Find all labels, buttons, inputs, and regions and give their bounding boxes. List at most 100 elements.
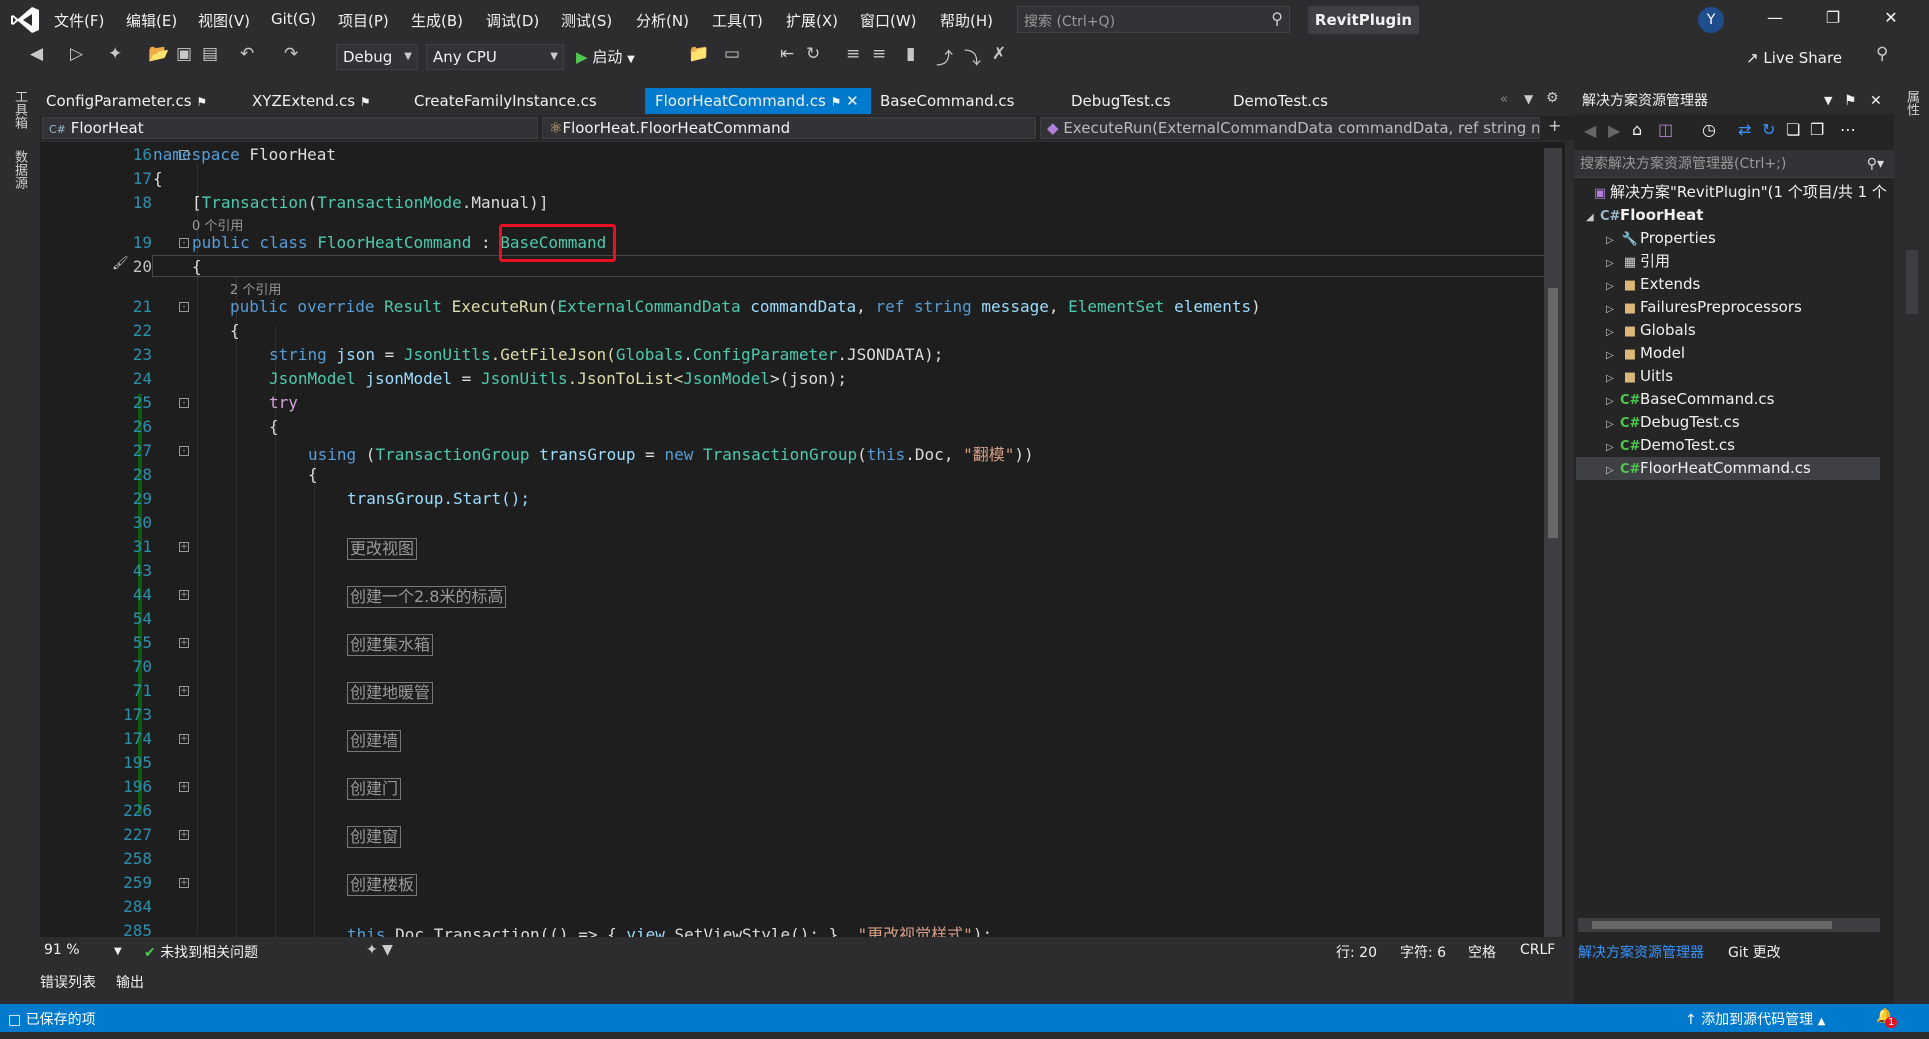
tree-item-floorheatcommand[interactable]: ▷ C#FloorHeatCommand.cs (1576, 457, 1880, 480)
fold-toggle-icon[interactable]: + (179, 638, 189, 648)
tree-item-extends[interactable]: ▷ ■ Extends (1606, 273, 1700, 296)
project-nav-select[interactable]: C# FloorHeat (42, 117, 538, 139)
caret-right-icon[interactable]: ▷ (1606, 321, 1620, 344)
caret-right-icon[interactable]: ▷ (1606, 413, 1620, 436)
feedback-icon[interactable]: ⚲ (1876, 44, 1888, 64)
prev-bookmark-icon[interactable]: ⤴ (936, 44, 953, 69)
collapsed-region[interactable]: 创建窗 (347, 826, 402, 848)
tab-configparameter[interactable]: ConfigParameter.cs ⚑ (36, 88, 226, 114)
configuration-select[interactable]: Debug ▼ (336, 44, 418, 70)
undo-icon[interactable]: ↶ (240, 44, 254, 64)
menu-help[interactable]: 帮助(H) (940, 10, 993, 31)
tab-basecommand[interactable]: BaseCommand.cs (870, 88, 1050, 114)
menu-extensions[interactable]: 扩展(X) (786, 10, 838, 31)
pin-icon[interactable]: ⚑ (831, 95, 842, 109)
solution-search-input[interactable]: 搜索解决方案资源管理器(Ctrl+;) ⚲▾ (1574, 150, 1894, 178)
menu-debug[interactable]: 调试(D) (486, 10, 539, 31)
caret-right-icon[interactable]: ▷ (1606, 298, 1620, 321)
save-all-icon[interactable]: ▤ (202, 44, 218, 64)
pin-icon[interactable]: ⚑ (196, 95, 207, 109)
settings-icon[interactable]: ⚙ (1546, 90, 1559, 106)
menu-tools[interactable]: 工具(T) (712, 10, 763, 31)
fold-toggle-icon[interactable]: + (179, 590, 189, 600)
caret-right-icon[interactable]: ▷ (1606, 275, 1620, 298)
collapsed-region[interactable]: 创建地暖管 (347, 682, 434, 704)
tree-item-failurespreprocessors[interactable]: ▷ ■ FailuresPreprocessors (1606, 296, 1802, 319)
tab-xyzextend[interactable]: XYZExtend.cs ⚑ (242, 88, 390, 114)
quick-actions-icon[interactable]: 🖌 (112, 256, 129, 271)
scrollbar-thumb[interactable] (1592, 921, 1832, 929)
caret-right-icon[interactable]: ▷ (1606, 459, 1620, 482)
code-cleanup-icon[interactable]: ✦ ▼ (366, 942, 393, 958)
menu-project[interactable]: 项目(P) (338, 10, 389, 31)
show-all-files-icon[interactable]: ❐ (1810, 120, 1824, 139)
save-icon[interactable]: ▣ (176, 44, 192, 64)
caret-right-icon[interactable]: ▷ (1606, 252, 1620, 275)
close-icon[interactable]: ✕ (1870, 88, 1882, 114)
dropdown-icon[interactable]: ▼ (1824, 88, 1832, 114)
platform-select[interactable]: Any CPU ▼ (426, 44, 564, 70)
menu-analyze[interactable]: 分析(N) (636, 10, 689, 31)
sync-icon[interactable]: ⇄ (1738, 120, 1751, 139)
tree-item-uitls[interactable]: ▷ ■ Uitls (1606, 365, 1673, 388)
tree-item-demotest[interactable]: ▷ C#DemoTest.cs (1606, 434, 1735, 457)
char-indicator[interactable]: 字符: 6 (1400, 942, 1446, 962)
collapsed-region[interactable]: 创建楼板 (347, 874, 418, 896)
collapsed-region[interactable]: 创建墙 (347, 730, 402, 752)
redo-icon[interactable]: ↷ (284, 44, 298, 64)
clear-bookmark-icon[interactable]: ✗ (992, 44, 1006, 64)
menu-test[interactable]: 测试(S) (561, 10, 612, 31)
close-tab-icon[interactable]: ✕ (846, 92, 859, 110)
caret-down-icon[interactable]: ◢ (1586, 206, 1600, 229)
refresh-icon[interactable]: ↻ (1762, 120, 1775, 139)
bookmark-icon[interactable]: ▮ (906, 44, 915, 64)
codelens-references[interactable]: 2 个引用 (230, 279, 281, 298)
collapsed-region[interactable]: 更改视图 (347, 538, 418, 560)
forward-icon[interactable]: ▷ (70, 44, 83, 64)
collapsed-region[interactable]: 创建门 (347, 778, 402, 800)
tab-createfamilyinstance[interactable]: CreateFamilyInstance.cs (404, 88, 634, 114)
class-nav-select[interactable]: ⚛FloorHeat.FloorHeatCommand (542, 117, 1036, 139)
start-button[interactable]: ▶ 启动 ▼ (576, 46, 635, 67)
caret-right-icon[interactable]: ▷ (1606, 229, 1620, 252)
menu-file[interactable]: 文件(F) (54, 10, 104, 31)
pin-icon[interactable]: ⚑ (1844, 88, 1857, 114)
menu-window[interactable]: 窗口(W) (860, 10, 917, 31)
menu-git[interactable]: Git(G) (271, 10, 316, 28)
folder-icon[interactable]: 📁 (688, 44, 709, 64)
tree-item-basecommand[interactable]: ▷ C#BaseCommand.cs (1606, 388, 1774, 411)
avatar[interactable]: Y (1698, 7, 1724, 33)
collapsed-region[interactable]: 创建集水箱 (347, 634, 434, 656)
fold-toggle-icon[interactable]: - (179, 238, 189, 248)
tab-error-list[interactable]: 错误列表 (40, 972, 96, 992)
solution-hscrollbar[interactable] (1578, 918, 1880, 932)
add-source-control-button[interactable]: ↑ 添加到源代码管理 ▲ (1685, 1009, 1825, 1029)
restore-icon[interactable]: ❐ (1818, 8, 1848, 32)
live-share-button[interactable]: ↗ Live Share (1746, 49, 1842, 67)
zoom-select[interactable]: 91 % ▼ (44, 942, 122, 958)
fold-toggle-icon[interactable]: - (179, 446, 189, 456)
toolbox-tab[interactable]: 工具箱 (10, 90, 29, 129)
tab-list-icon[interactable]: ▼ (1524, 92, 1533, 106)
next-bookmark-icon[interactable]: ⤵ (964, 44, 981, 69)
solution-root-node[interactable]: ▣ 解决方案"RevitPlugin"(1 个项目/共 1 个 (1590, 181, 1887, 204)
tab-output[interactable]: 输出 (116, 972, 144, 992)
browser-icon[interactable]: ▭ (724, 44, 740, 64)
tree-item-properties[interactable]: ▷ 🔧 Properties (1606, 227, 1716, 250)
outdent-icon[interactable]: ≡ (872, 44, 886, 64)
line-indicator[interactable]: 行: 20 (1336, 942, 1377, 962)
caret-right-icon[interactable]: ▷ (1606, 390, 1620, 413)
tab-git-changes[interactable]: Git 更改 (1728, 942, 1781, 962)
tab-demotest[interactable]: DemoTest.cs (1223, 88, 1373, 114)
back-icon[interactable]: ◀ (1584, 121, 1596, 140)
tab-debugtest[interactable]: DebugTest.cs (1061, 88, 1211, 114)
datasource-tab[interactable]: 数据源 (10, 150, 29, 189)
close-icon[interactable]: ✕ (1876, 8, 1906, 32)
collapse-all-icon[interactable]: ❏ (1786, 120, 1800, 139)
whitespace-indicator[interactable]: 空格 (1468, 942, 1496, 962)
tree-item-debugtest[interactable]: ▷ C#DebugTest.cs (1606, 411, 1740, 434)
menu-edit[interactable]: 编辑(E) (126, 10, 177, 31)
fold-toggle-icon[interactable]: + (179, 734, 189, 744)
fold-toggle-icon[interactable]: + (179, 830, 189, 840)
caret-right-icon[interactable]: ▷ (1606, 367, 1620, 390)
